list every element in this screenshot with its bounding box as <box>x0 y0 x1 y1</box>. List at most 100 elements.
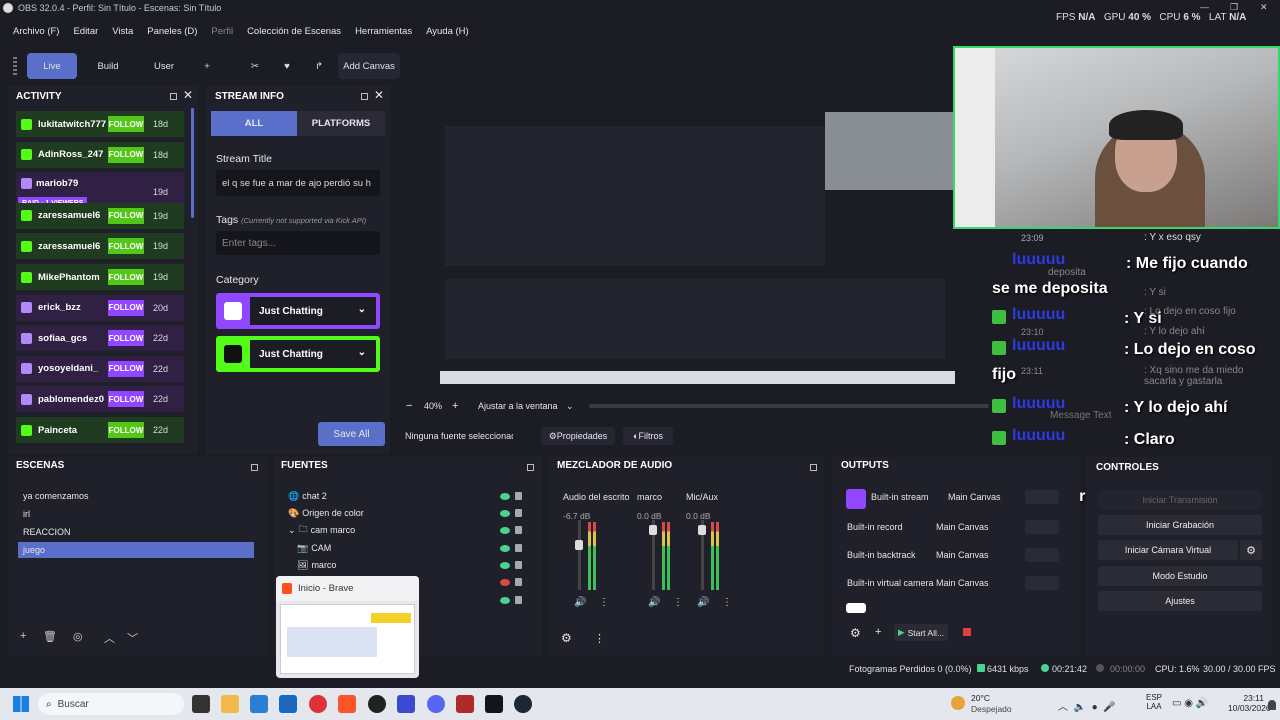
category-twitch[interactable]: Just Chatting ⌄ <box>216 293 380 329</box>
reroute-icon[interactable]: ↱ <box>308 53 330 79</box>
language-indicator[interactable]: ESP LAA <box>1146 693 1162 711</box>
source-marco[interactable]: 🖼 marco <box>297 557 336 573</box>
tags-input[interactable]: Enter tags... <box>216 231 380 255</box>
close-icon[interactable]: ✕ <box>183 88 193 102</box>
close-window-button[interactable]: ✕ <box>1260 2 1268 13</box>
add-output-button[interactable]: + <box>875 626 881 638</box>
speaker-icon[interactable]: 🔊 <box>697 597 709 608</box>
add-canvas-button[interactable]: Add Canvas <box>338 53 400 79</box>
add-scene-button[interactable]: + <box>20 630 26 642</box>
speaker-icon[interactable]: 🔊 <box>574 597 586 608</box>
lock-icon[interactable] <box>515 544 522 552</box>
output-toggle[interactable] <box>1025 520 1059 534</box>
tray-icons[interactable]: ︿ 🔈 ● 🎤 <box>1058 698 1116 713</box>
more-icon[interactable]: ⋮ <box>673 597 683 608</box>
lock-icon[interactable] <box>515 509 522 517</box>
menu-paneles[interactable]: Paneles (D) <box>147 26 197 37</box>
eye-icon[interactable] <box>500 510 510 517</box>
activity-scrollbar[interactable] <box>191 108 194 218</box>
volume-handle[interactable] <box>649 525 657 535</box>
discord-icon[interactable] <box>427 695 445 713</box>
chevron-down-icon[interactable]: ⌄ <box>358 304 366 315</box>
float-icon[interactable] <box>251 464 258 471</box>
eye-icon[interactable] <box>500 493 510 500</box>
scissors-icon[interactable]: ✂ <box>244 53 266 79</box>
chevron-down-icon[interactable]: ⌄ <box>358 347 366 358</box>
volume-slider[interactable] <box>578 520 581 590</box>
eye-icon[interactable] <box>500 562 510 569</box>
midi-app-icon[interactable] <box>397 695 415 713</box>
task-view-icon[interactable] <box>192 695 210 713</box>
activity-row[interactable]: yosoyeldani_ FOLLOW 22d <box>16 355 184 382</box>
drag-handle-icon[interactable] <box>13 57 17 75</box>
store-icon[interactable] <box>250 695 268 713</box>
volume-handle[interactable] <box>575 540 583 550</box>
activity-row[interactable]: pablomendez0 FOLLOW 22d <box>16 386 184 413</box>
more-icon[interactable]: ⋮ <box>594 632 605 645</box>
start-record-button[interactable]: Iniciar Grabación <box>1098 515 1262 535</box>
float-icon[interactable] <box>170 93 177 100</box>
menu-perfil[interactable]: Perfil <box>211 26 233 37</box>
source-cam-marco-group[interactable]: ⌄ 🗀 cam marco <box>288 522 355 538</box>
eye-icon[interactable] <box>500 545 510 552</box>
scene-item[interactable]: juego <box>18 542 254 558</box>
heart-icon[interactable]: ♥ <box>276 53 298 79</box>
more-icon[interactable]: ⋮ <box>599 597 609 608</box>
speaker-icon[interactable]: 🔊 <box>648 597 660 608</box>
stream-title-field[interactable]: el q se fue a mar de ajo perdió su h <box>216 170 380 196</box>
preview-scrollbar[interactable] <box>589 404 989 408</box>
more-icon[interactable]: ⋮ <box>722 597 732 608</box>
zoom-out-button[interactable]: − <box>406 400 412 412</box>
move-down-button[interactable]: ﹀ <box>127 630 138 646</box>
properties-button[interactable]: ⚙ Propiedades <box>541 427 615 445</box>
save-all-button[interactable]: Save All <box>318 422 385 446</box>
float-icon[interactable] <box>810 464 817 471</box>
tab-platforms[interactable]: PLATFORMS <box>297 111 385 136</box>
filters-button[interactable]: ◐ Filtros <box>623 427 673 445</box>
steam-icon[interactable] <box>514 695 532 713</box>
lock-icon[interactable] <box>515 492 522 500</box>
activity-row[interactable]: Painceta FOLLOW 22d <box>16 417 184 443</box>
minimize-button[interactable]: — <box>1200 2 1209 12</box>
opera-icon[interactable] <box>309 695 327 713</box>
maximize-button[interactable]: ❐ <box>1230 2 1238 13</box>
stop-icon[interactable] <box>963 628 971 636</box>
tray-status-icons[interactable]: ▭ ◉ 🔊 <box>1172 698 1208 709</box>
obs-icon[interactable] <box>368 695 386 713</box>
close-icon[interactable]: ✕ <box>374 88 384 102</box>
tab-all[interactable]: ALL <box>211 111 297 136</box>
brave-taskbar-preview[interactable]: Inicio - Brave <box>276 576 419 678</box>
menu-vista[interactable]: Vista <box>112 26 133 37</box>
activity-row[interactable]: sofiaa_gcs FOLLOW 22d <box>16 325 184 352</box>
menu-archivo[interactable]: Archivo (F) <box>13 26 59 37</box>
filter-icon[interactable]: ◎ <box>73 630 83 643</box>
menu-coleccion[interactable]: Colección de Escenas <box>247 26 341 37</box>
tab-live[interactable]: Live <box>27 53 77 79</box>
eye-icon[interactable] <box>500 597 510 604</box>
activity-row[interactable]: zaressamuel6 FOLLOW 19d <box>16 202 184 229</box>
gear-icon[interactable]: ⚙ <box>1240 540 1262 560</box>
tab-user[interactable]: User <box>140 53 188 79</box>
source-cam[interactable]: 📷 CAM <box>297 540 331 556</box>
eye-icon[interactable] <box>500 527 510 534</box>
studio-mode-button[interactable]: Modo Estudio <box>1098 566 1262 586</box>
menu-editar[interactable]: Editar <box>73 26 98 37</box>
notifications-icon[interactable] <box>1268 700 1276 710</box>
add-tab-button[interactable]: + <box>196 53 218 79</box>
start-all-button[interactable]: ▶ Start All... <box>894 624 948 641</box>
source-color[interactable]: 🎨 Origen de color <box>288 505 364 521</box>
menu-herramientas[interactable]: Herramientas <box>355 26 412 37</box>
eye-hidden-icon[interactable] <box>500 579 510 586</box>
source-chat-2[interactable]: 🌐 chat 2 <box>288 488 327 504</box>
volume-handle[interactable] <box>698 525 706 535</box>
gear-icon[interactable]: ⚙ <box>850 626 861 640</box>
activity-row[interactable]: AdinRoss_247 FOLLOW 18d <box>16 141 184 168</box>
tab-build[interactable]: Build <box>84 53 132 79</box>
move-up-button[interactable]: ︿ <box>104 630 115 646</box>
brave-icon[interactable] <box>338 695 356 713</box>
taskbar-search[interactable]: ⌕ Buscar <box>38 693 184 715</box>
activity-row[interactable]: zaressamuel6 FOLLOW 19d <box>16 233 184 260</box>
start-virtual-camera-button[interactable]: Iniciar Cámara Virtual <box>1098 540 1238 560</box>
activity-row[interactable]: MikePhantom FOLLOW 19d <box>16 264 184 290</box>
lock-icon[interactable] <box>515 596 522 604</box>
